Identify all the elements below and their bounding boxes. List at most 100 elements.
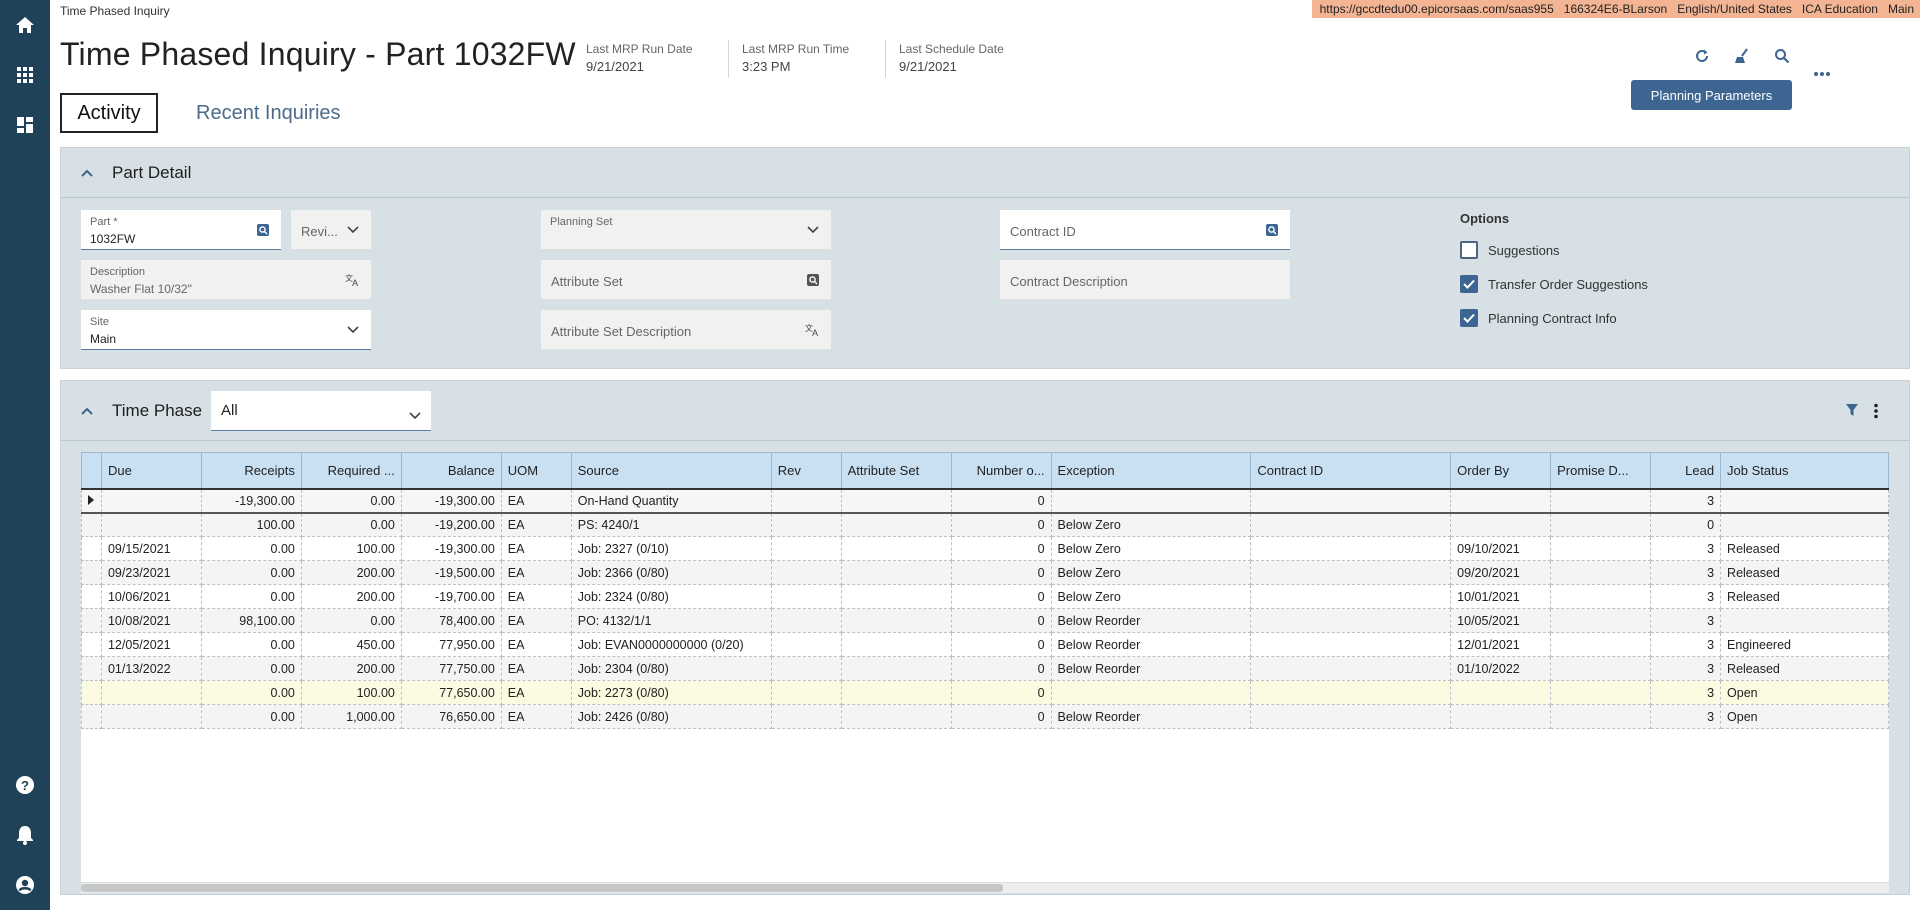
- grid-cell[interactable]: EA: [500, 560, 572, 585]
- planning-parameters-button[interactable]: Planning Parameters: [1631, 80, 1792, 110]
- grid-cell[interactable]: [1550, 488, 1652, 514]
- grid-cell[interactable]: 78,400.00: [400, 608, 502, 633]
- grid-cell[interactable]: -19,200.00: [400, 512, 502, 537]
- grid-cell[interactable]: 3: [1650, 536, 1722, 561]
- grid-cell[interactable]: 10/05/2021: [1450, 608, 1552, 633]
- grid-cell[interactable]: [770, 536, 842, 561]
- grid-cell[interactable]: 0.00: [300, 512, 402, 537]
- grid-cell[interactable]: [770, 584, 842, 609]
- grid-cell[interactable]: Below Zero: [1050, 584, 1252, 609]
- grid-cell[interactable]: [840, 584, 952, 609]
- grid-cell[interactable]: 3: [1650, 656, 1722, 681]
- collapse-chevron-icon[interactable]: [79, 165, 95, 181]
- column-header[interactable]: Due: [100, 452, 202, 490]
- grid-cell[interactable]: [840, 656, 952, 681]
- grid-cell[interactable]: 0: [950, 704, 1052, 729]
- grid-cell[interactable]: EA: [500, 488, 572, 514]
- grid-cell[interactable]: -19,300.00: [400, 488, 502, 514]
- grid-cell[interactable]: 09/15/2021: [100, 536, 202, 561]
- grid-cell[interactable]: 100.00: [300, 680, 402, 705]
- grid-cell[interactable]: EA: [500, 680, 572, 705]
- grid-cell[interactable]: [1250, 680, 1452, 705]
- grid-cell[interactable]: [100, 680, 202, 705]
- column-header[interactable]: Attribute Set: [840, 452, 952, 490]
- checkbox-checked-icon[interactable]: [1460, 275, 1478, 293]
- table-row[interactable]: 100.00 0.00 -19,200.00 EA PS: 4240/1 0 Below Z…: [81, 512, 1889, 537]
- column-header[interactable]: Promise D...: [1550, 452, 1652, 490]
- row-selector[interactable]: [81, 512, 102, 537]
- grid-cell[interactable]: Below Reorder: [1050, 656, 1252, 681]
- grid-cell[interactable]: 10/08/2021: [100, 608, 202, 633]
- grid-cell[interactable]: EA: [500, 632, 572, 657]
- grid-cell[interactable]: Below Zero: [1050, 512, 1252, 537]
- grid-cell[interactable]: [100, 488, 202, 514]
- row-selector-header[interactable]: [81, 452, 102, 490]
- grid-cell[interactable]: [770, 560, 842, 585]
- contract-description-field[interactable]: Contract Description: [1000, 260, 1290, 300]
- grid-cell[interactable]: [1550, 704, 1652, 729]
- suggestions-checkbox[interactable]: Suggestions: [1460, 241, 1560, 259]
- grid-cell[interactable]: 09/23/2021: [100, 560, 202, 585]
- grid-cell[interactable]: 3: [1650, 704, 1722, 729]
- grid-cell[interactable]: Open: [1720, 680, 1889, 705]
- grid-cell[interactable]: [1250, 560, 1452, 585]
- grid-cell[interactable]: [840, 680, 952, 705]
- column-header[interactable]: Lead: [1650, 452, 1722, 490]
- part-search-icon[interactable]: [255, 222, 271, 238]
- grid-cell[interactable]: [1250, 488, 1452, 514]
- tab-activity[interactable]: Activity: [60, 93, 158, 133]
- grid-cell[interactable]: Released: [1720, 536, 1889, 561]
- refresh-icon[interactable]: [1690, 44, 1714, 68]
- row-selector[interactable]: [81, 680, 102, 705]
- user-profile-icon[interactable]: [11, 871, 39, 899]
- grid-cell[interactable]: 0.00: [200, 680, 302, 705]
- grid-cell[interactable]: 10/06/2021: [100, 584, 202, 609]
- search-icon[interactable]: [1770, 44, 1794, 68]
- grid-cell[interactable]: Job: 2327 (0/10): [570, 536, 772, 561]
- grid-cell[interactable]: Job: 2324 (0/80): [570, 584, 772, 609]
- grid-cell[interactable]: [1450, 488, 1552, 514]
- grid-cell[interactable]: [840, 536, 952, 561]
- grid-cell[interactable]: Released: [1720, 656, 1889, 681]
- filter-funnel-icon[interactable]: [1845, 403, 1861, 419]
- table-row[interactable]: 0.00 1,000.00 76,650.00 EA Job: 2426 (0/80) 0…: [81, 704, 1889, 729]
- grid-cell[interactable]: 09/20/2021: [1450, 560, 1552, 585]
- chevron-down-icon[interactable]: [345, 322, 361, 338]
- grid-cell[interactable]: 0: [950, 536, 1052, 561]
- grid-cell[interactable]: 3: [1650, 632, 1722, 657]
- row-selector[interactable]: [81, 560, 102, 585]
- grid-cell[interactable]: 1,000.00: [300, 704, 402, 729]
- grid-cell[interactable]: -19,300.00: [200, 488, 302, 514]
- contract-id-field[interactable]: Contract ID: [1000, 210, 1290, 250]
- dashboard-icon[interactable]: [11, 111, 39, 139]
- grid-cell[interactable]: [1250, 536, 1452, 561]
- planning-contract-info-checkbox[interactable]: Planning Contract Info: [1460, 309, 1617, 327]
- part-field[interactable]: Part * 1032FW: [81, 210, 281, 250]
- home-icon[interactable]: [11, 11, 39, 39]
- revision-dropdown[interactable]: Revi...: [291, 210, 371, 250]
- table-row[interactable]: 10/06/2021 0.00 200.00 -19,700.00 EA Job: 232…: [81, 584, 1889, 609]
- column-header[interactable]: Exception: [1050, 452, 1252, 490]
- grid-cell[interactable]: EA: [500, 536, 572, 561]
- grid-cell[interactable]: Job: 2426 (0/80): [570, 704, 772, 729]
- grid-cell[interactable]: 0.00: [200, 584, 302, 609]
- grid-cell[interactable]: [840, 560, 952, 585]
- grid-cell[interactable]: [1250, 656, 1452, 681]
- grid-cell[interactable]: [1050, 680, 1252, 705]
- apps-grid-icon[interactable]: [11, 61, 39, 89]
- grid-cell[interactable]: Engineered: [1720, 632, 1889, 657]
- collapse-chevron-icon[interactable]: [79, 403, 95, 419]
- scrollbar-thumb[interactable]: [81, 884, 1003, 892]
- row-selector[interactable]: [81, 488, 102, 514]
- table-row[interactable]: 01/13/2022 0.00 200.00 77,750.00 EA Job: 2304…: [81, 656, 1889, 681]
- grid-cell[interactable]: 0.00: [300, 488, 402, 514]
- grid-cell[interactable]: [1250, 584, 1452, 609]
- grid-cell[interactable]: [1550, 512, 1652, 537]
- grid-cell[interactable]: 0.00: [200, 560, 302, 585]
- tab-recent-inquiries[interactable]: Recent Inquiries: [196, 93, 341, 133]
- grid-cell[interactable]: 01/10/2022: [1450, 656, 1552, 681]
- grid-cell[interactable]: [770, 608, 842, 633]
- grid-cell[interactable]: [840, 512, 952, 537]
- grid-cell[interactable]: Open: [1720, 704, 1889, 729]
- description-field[interactable]: Description Washer Flat 10/32" 文A: [81, 260, 371, 300]
